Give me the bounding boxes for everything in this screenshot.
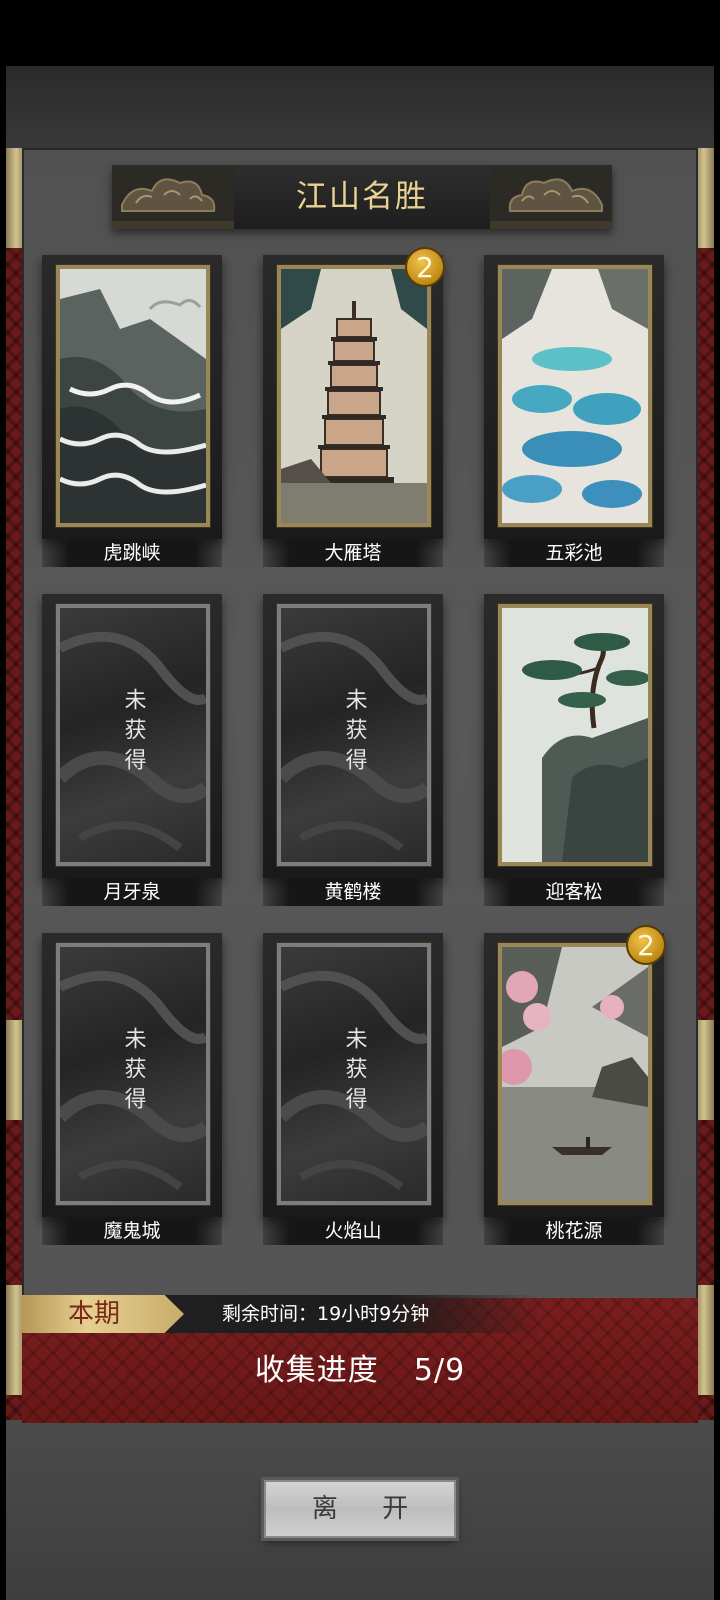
progress-label: 收集进度 <box>254 1353 379 1388</box>
collection-progress: 收集进度 5/9 <box>22 1346 698 1396</box>
locked-text-vertical: 未获得 <box>120 1027 146 1117</box>
status-area <box>0 0 720 66</box>
card-huoyanshan[interactable]: 未获得 火焰山 <box>263 933 443 1253</box>
card-name: 大雁塔 <box>263 539 443 567</box>
card-yueyaquan[interactable]: 未获得 月牙泉 <box>42 594 222 914</box>
remaining-time: 剩余时间：19小时9分钟 <box>222 1303 430 1325</box>
card-art-frame <box>497 264 653 528</box>
peach-blossom-painting-icon <box>502 947 648 1201</box>
card-art-frame <box>276 264 432 528</box>
card-wucaichi[interactable]: 五彩池 <box>484 255 664 575</box>
collection-screen: 江山名胜 虎跳峡 大雁塔 2 五彩池 未获得 月牙泉 未获得 黄鹤楼 迎客松 未… <box>0 0 720 1600</box>
pagoda-painting-icon <box>281 269 427 523</box>
card-taohuayuan[interactable]: 桃花源 2 <box>484 925 666 1253</box>
page-title: 江山名胜 <box>296 179 428 215</box>
count-badge: 2 <box>626 925 666 965</box>
card-name: 迎客松 <box>484 878 664 906</box>
colorful-pools-painting-icon <box>502 269 648 523</box>
period-tag: 本期 <box>22 1295 184 1333</box>
card-art-frame <box>55 264 211 528</box>
card-art-frame-locked: 未获得 <box>276 603 432 867</box>
locked-text-vertical: 未获得 <box>120 688 146 778</box>
card-name: 黄鹤楼 <box>263 878 443 906</box>
locked-text: 未获得 <box>60 688 206 778</box>
card-art-frame <box>497 942 653 1206</box>
count-badge: 2 <box>405 247 445 287</box>
card-name: 月牙泉 <box>42 878 222 906</box>
leave-button[interactable]: 离 开 <box>264 1480 456 1538</box>
locked-text-vertical: 未获得 <box>341 1027 367 1117</box>
locked-text: 未获得 <box>60 1027 206 1117</box>
card-art-frame-locked: 未获得 <box>55 603 211 867</box>
card-name: 魔鬼城 <box>42 1217 222 1245</box>
card-moguicheng[interactable]: 未获得 魔鬼城 <box>42 933 222 1253</box>
progress-value: 5/9 <box>413 1353 466 1388</box>
card-art-frame-locked: 未获得 <box>55 942 211 1206</box>
locked-text: 未获得 <box>281 1027 427 1117</box>
card-art-frame-locked: 未获得 <box>276 942 432 1206</box>
title-bar: 江山名胜 <box>112 165 612 229</box>
card-dayanta[interactable]: 大雁塔 2 <box>263 247 445 575</box>
card-hutiaoxia[interactable]: 虎跳峡 <box>42 255 222 575</box>
pine-tree-painting-icon <box>502 608 648 862</box>
gorge-painting-icon <box>60 269 206 523</box>
card-name: 虎跳峡 <box>42 539 222 567</box>
card-name: 五彩池 <box>484 539 664 567</box>
locked-text: 未获得 <box>281 688 427 778</box>
card-huanghelou[interactable]: 未获得 黄鹤楼 <box>263 594 443 914</box>
card-yingkesong[interactable]: 迎客松 <box>484 594 664 914</box>
card-art-frame <box>497 603 653 867</box>
card-name: 桃花源 <box>484 1217 664 1245</box>
card-name: 火焰山 <box>263 1217 443 1245</box>
locked-text-vertical: 未获得 <box>341 688 367 778</box>
